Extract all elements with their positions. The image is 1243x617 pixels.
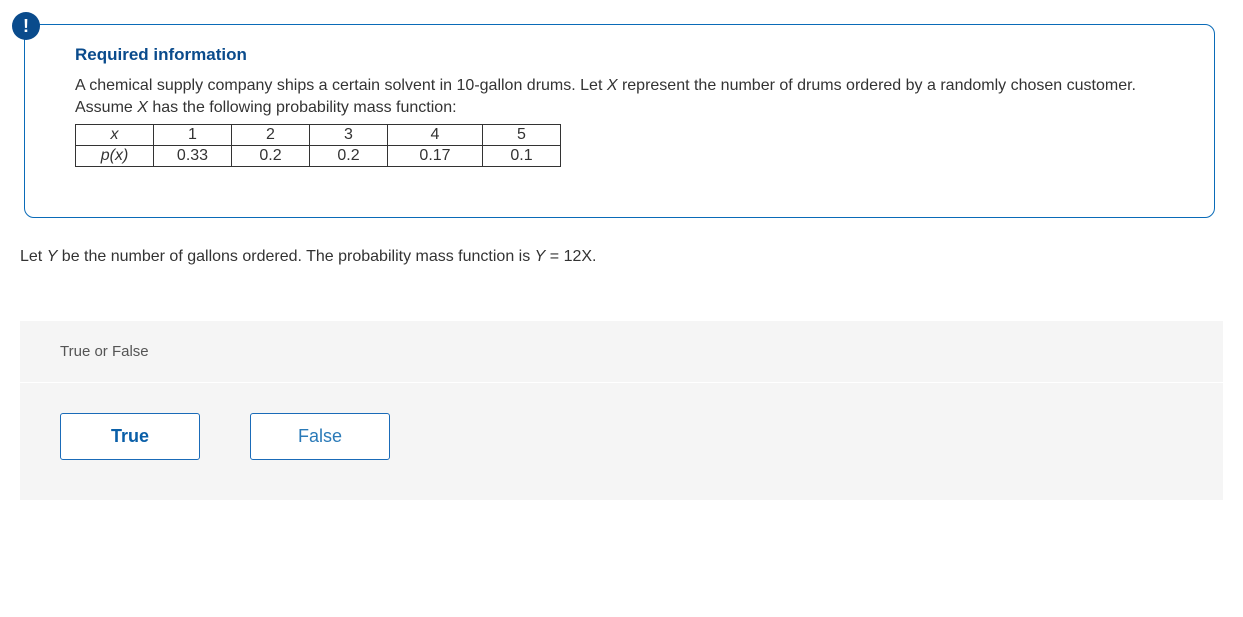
variable-x2: X [137, 99, 148, 116]
row-header-x: x [76, 125, 154, 146]
variable-y2: Y [535, 248, 546, 265]
answer-block: True or False True False [20, 321, 1223, 500]
px-label: p(x) [101, 147, 129, 164]
px-val-2: 0.2 [232, 146, 310, 167]
q-post: = 12X. [545, 248, 596, 265]
px-val-4: 0.17 [388, 146, 483, 167]
x-val-5: 5 [483, 125, 561, 146]
table-row: x 1 2 3 4 5 [76, 125, 561, 146]
px-val-1: 0.33 [154, 146, 232, 167]
px-val-5: 0.1 [483, 146, 561, 167]
row-header-px: p(x) [76, 146, 154, 167]
section-heading: Required information [75, 45, 1190, 65]
problem-statement: A chemical supply company ships a certai… [75, 75, 1190, 118]
question-statement: Let Y be the number of gallons ordered. … [20, 248, 1223, 266]
x-val-1: 1 [154, 125, 232, 146]
problem-text-pre: A chemical supply company ships a certai… [75, 77, 607, 94]
pmf-table: x 1 2 3 4 5 p(x) 0.33 0.2 0.2 0.17 0.1 [75, 124, 561, 167]
alert-icon: ! [12, 12, 40, 40]
x-val-2: 2 [232, 125, 310, 146]
answer-prompt: True or False [20, 321, 1223, 383]
x-val-4: 4 [388, 125, 483, 146]
q-mid: be the number of gallons ordered. The pr… [57, 248, 534, 265]
answer-button-row: True False [20, 383, 1223, 500]
false-button[interactable]: False [250, 413, 390, 460]
problem-text-end: has the following probability mass funct… [148, 99, 457, 116]
variable-y1: Y [47, 248, 58, 265]
px-val-3: 0.2 [310, 146, 388, 167]
q-pre: Let [20, 248, 47, 265]
true-button[interactable]: True [60, 413, 200, 460]
x-label: x [111, 126, 119, 143]
table-row: p(x) 0.33 0.2 0.2 0.17 0.1 [76, 146, 561, 167]
x-val-3: 3 [310, 125, 388, 146]
variable-x1: X [607, 77, 618, 94]
required-info-box: Required information A chemical supply c… [24, 24, 1215, 218]
